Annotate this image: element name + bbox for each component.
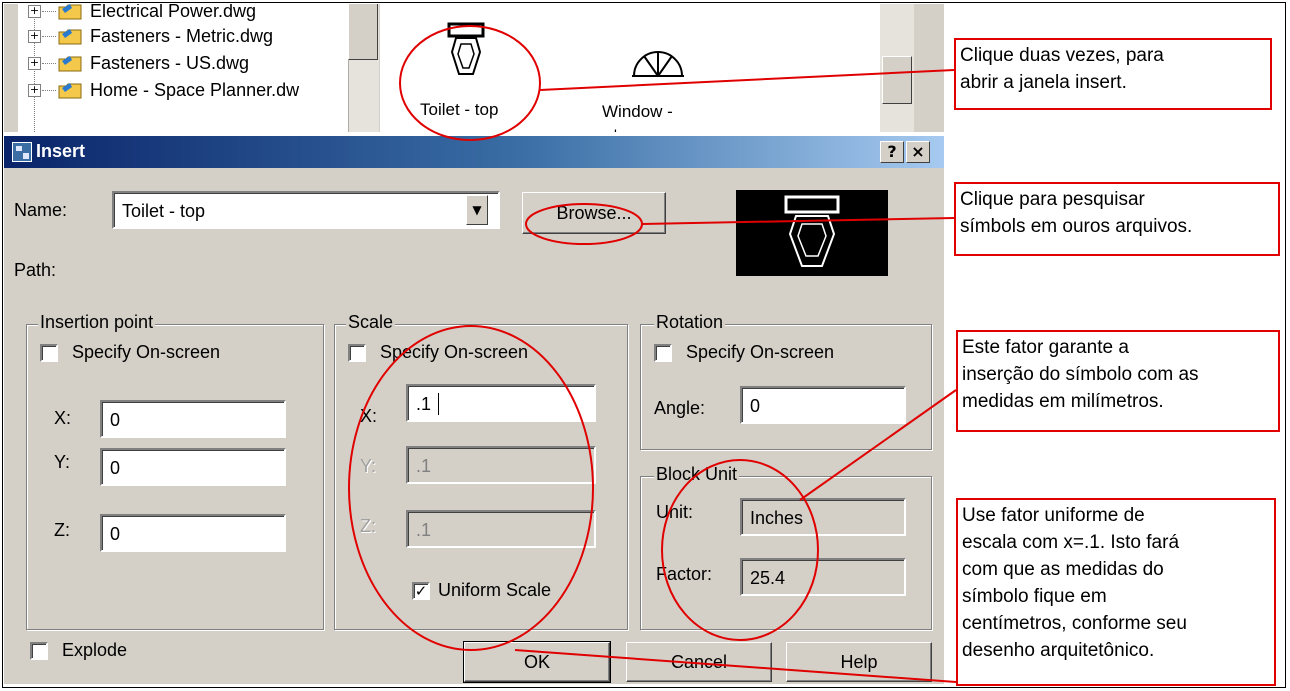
callout-line: com que as medidas do: [962, 559, 1164, 580]
cancel-button[interactable]: Cancel: [626, 642, 772, 682]
tree-item-label: Fasteners - US.dwg: [90, 53, 250, 73]
insertion-x-field[interactable]: 0: [100, 400, 286, 438]
callout-line: Use fator uniforme de: [962, 505, 1145, 526]
callout-line: abrir a janela insert.: [960, 72, 1127, 93]
tree-item[interactable]: + Fasteners - US.dwg: [18, 51, 348, 77]
tree-item-label: Home - Space Planner.dw: [90, 80, 300, 100]
insertion-y-field[interactable]: 0: [100, 448, 286, 486]
unit-field: Inches: [740, 498, 906, 536]
palette-item-label[interactable]: Window -: [602, 102, 673, 122]
callout-line: Clique duas vezes, para: [960, 45, 1164, 66]
chevron-down-icon[interactable]: ▼: [466, 195, 488, 225]
context-help-button[interactable]: ?: [880, 141, 904, 163]
insertion-z-label: Z:: [54, 520, 70, 540]
scale-title: Scale: [346, 312, 396, 333]
path-label: Path:: [14, 260, 57, 280]
angle-label: Angle:: [654, 398, 706, 418]
insertion-point-title: Insertion point: [38, 312, 156, 333]
ok-button[interactable]: OK: [463, 641, 611, 683]
rotation-specify-checkbox[interactable]: [654, 344, 672, 362]
screenshot-canvas: + Electrical Power.dwg + Fasteners - Met…: [0, 0, 1290, 691]
scale-z-label: Z:: [360, 516, 376, 536]
callout-line: símbolo fique em: [962, 586, 1107, 607]
toilet-preview-icon: [784, 195, 840, 267]
tree-item[interactable]: + Fasteners - Metric.dwg: [18, 24, 348, 50]
block-unit-title: Block Unit: [654, 464, 740, 485]
folder-tree: + Electrical Power.dwg + Fasteners - Met…: [18, 4, 348, 132]
scale-x-label: X:: [360, 406, 378, 426]
tree-item-label: Fasteners - Metric.dwg: [90, 26, 274, 46]
insert-dialog: Insert ? × Name: Toilet - top ▼ Browse..…: [4, 136, 944, 684]
toilet-block-icon[interactable]: [446, 22, 486, 84]
scale-y-field: .1: [406, 446, 596, 484]
drawing-folder-icon: [58, 56, 82, 72]
callout-line: escala com x=.1. Isto fará: [962, 532, 1180, 553]
scale-specify-label: Specify On-screen: [380, 342, 529, 362]
name-label: Name:: [14, 200, 68, 220]
insertion-specify-label: Specify On-screen: [72, 342, 221, 362]
tree-scrollbar-thumb[interactable]: [348, 4, 378, 60]
tree-dotted-line: [42, 63, 56, 64]
callout-line: medidas em milímetros.: [962, 391, 1164, 412]
expand-icon[interactable]: +: [28, 84, 41, 97]
text-cursor: [438, 393, 439, 415]
factor-label: Factor:: [656, 564, 713, 584]
drawing-folder-icon: [58, 83, 82, 99]
name-combobox[interactable]: Toilet - top: [112, 191, 500, 229]
tree-dotted-line: [42, 90, 56, 91]
window-block-icon[interactable]: [630, 50, 686, 78]
autocad-app-icon: [12, 142, 32, 162]
callout-line: Este fator garante a: [962, 337, 1129, 358]
callout-line: centímetros, conforme seu: [962, 613, 1187, 634]
explode-checkbox[interactable]: [30, 642, 48, 660]
unit-label: Unit:: [656, 502, 694, 522]
insertion-specify-checkbox[interactable]: [40, 344, 58, 362]
block-preview: [736, 190, 888, 276]
callout-uniform-scale: Use fator uniforme de escala com x=.1. I…: [956, 498, 1276, 686]
insertion-x-label: X:: [54, 408, 72, 428]
rotation-title: Rotation: [654, 312, 726, 333]
truncated-label-fragment: . . ı . . . . . . .: [590, 124, 702, 132]
angle-field[interactable]: 0: [740, 386, 906, 424]
callout-line: símbols em ouros arquivos.: [960, 216, 1193, 237]
expand-icon[interactable]: +: [28, 30, 41, 43]
insertion-z-field[interactable]: 0: [100, 514, 286, 552]
callout-factor: Este fator garante a inserção do símbolo…: [956, 330, 1280, 432]
browse-button[interactable]: Browse...: [522, 192, 666, 234]
uniform-scale-checkbox[interactable]: ✓: [412, 582, 430, 600]
tree-item-label: Electrical Power.dwg: [90, 4, 257, 21]
callout-line: desenho arquitetônico.: [962, 640, 1155, 661]
block-palette: Toilet - top Window - . . ı . . . . . . …: [380, 4, 880, 132]
uniform-scale-label: Uniform Scale: [438, 580, 552, 600]
tree-dotted-line: [42, 36, 56, 37]
scale-z-field: .1: [406, 510, 596, 548]
palette-item-label[interactable]: Toilet - top: [420, 100, 498, 120]
scale-y-label: Y:: [360, 456, 377, 476]
rotation-specify-label: Specify On-screen: [686, 342, 835, 362]
drawing-folder-icon: [58, 29, 82, 45]
scale-x-field[interactable]: .1: [406, 384, 596, 422]
close-button[interactable]: ×: [906, 141, 930, 163]
callout-browse: Clique para pesquisar símbols em ouros a…: [954, 182, 1280, 256]
expand-icon[interactable]: +: [28, 57, 41, 70]
scale-specify-checkbox[interactable]: [348, 344, 366, 362]
dialog-titlebar[interactable]: Insert ? ×: [4, 136, 944, 168]
palette-scrollbar-thumb[interactable]: [882, 56, 912, 104]
tree-item[interactable]: + Home - Space Planner.dw: [18, 78, 348, 104]
help-button[interactable]: Help: [786, 642, 932, 682]
name-value: Toilet - top: [122, 201, 206, 221]
dialog-title: Insert: [36, 141, 86, 161]
callout-double-click: Clique duas vezes, para abrir a janela i…: [954, 38, 1272, 110]
factor-field: 25.4: [740, 558, 906, 596]
explode-label: Explode: [62, 640, 128, 660]
tree-dotted-line: [42, 11, 56, 12]
tree-item[interactable]: + Electrical Power.dwg: [18, 4, 348, 25]
callout-line: Clique para pesquisar: [960, 189, 1145, 210]
design-center-panel: + Electrical Power.dwg + Fasteners - Met…: [4, 4, 944, 132]
drawing-folder-icon: [58, 4, 82, 20]
expand-icon[interactable]: +: [28, 5, 41, 18]
callout-line: inserção do símbolo com as: [962, 364, 1199, 385]
insertion-y-label: Y:: [54, 452, 71, 472]
scale-x-value: .1: [416, 394, 432, 414]
